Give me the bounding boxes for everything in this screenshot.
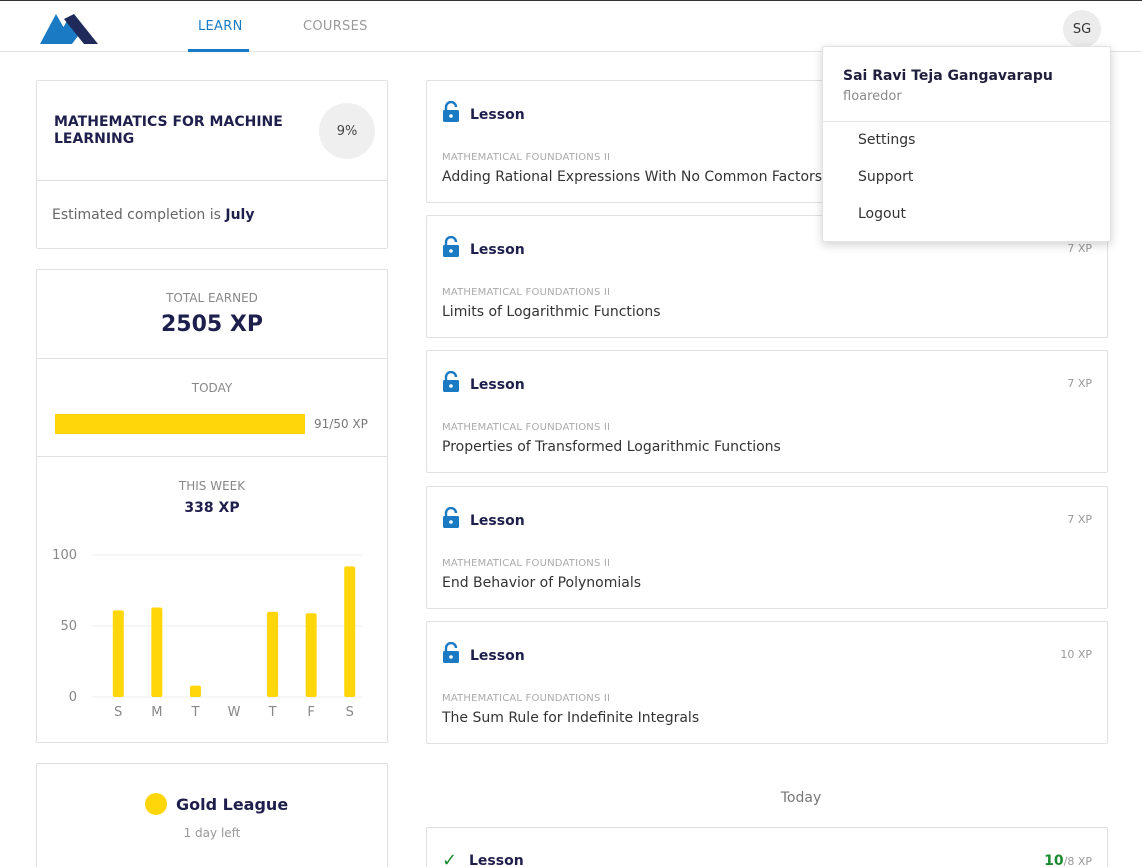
user-avatar-button[interactable]: SG xyxy=(1063,10,1101,48)
unlocked-lock-icon xyxy=(443,236,459,257)
lesson-xp: 10/8 XP xyxy=(1044,853,1092,867)
lesson-card[interactable]: Lesson 10 XP MATHEMATICAL FOUNDATIONS II… xyxy=(426,621,1108,744)
today-xp-value: 91/50 XP xyxy=(314,417,368,431)
chart-bar xyxy=(112,610,124,697)
user-full-name: Sai Ravi Teja Gangavarapu xyxy=(843,68,1053,84)
estimated-completion-prefix: Estimated completion is xyxy=(52,207,221,223)
chart-x-tick-label: S xyxy=(346,705,354,720)
lesson-xp: 10 XP xyxy=(1060,648,1092,661)
league-name: Gold League xyxy=(176,795,289,814)
unlocked-lock-icon xyxy=(443,371,459,392)
lesson-type: Lesson xyxy=(470,242,525,258)
total-earned-value: 2505 XP xyxy=(161,312,263,337)
lesson-xp: 7 XP xyxy=(1067,377,1092,390)
this-week-label: THIS WEEK xyxy=(178,479,246,493)
lesson-type: Lesson xyxy=(470,377,525,393)
checkmark-icon: ✓ xyxy=(442,850,458,867)
lesson-title: Limits of Logarithmic Functions xyxy=(442,304,661,320)
tab-courses[interactable]: COURSES xyxy=(303,19,368,34)
lesson-xp: 7 XP xyxy=(1067,242,1092,255)
today-section-heading: Today xyxy=(780,790,822,806)
chart-x-tick-label: W xyxy=(228,705,241,720)
tab-learn[interactable]: LEARN xyxy=(198,19,243,34)
app-logo[interactable] xyxy=(40,11,100,45)
menu-item-logout[interactable]: Logout xyxy=(858,206,906,222)
user-menu-dropdown: Sai Ravi Teja Gangavarapu floaredor Sett… xyxy=(822,46,1111,242)
gold-league-icon xyxy=(145,793,167,815)
lesson-subject: MATHEMATICAL FOUNDATIONS II xyxy=(442,422,611,433)
chart-x-tick-label: F xyxy=(307,705,314,720)
username: floaredor xyxy=(843,89,902,104)
lesson-type: Lesson xyxy=(470,513,525,529)
league-time-left: 1 day left xyxy=(183,826,241,840)
lesson-xp: 7 XP xyxy=(1067,513,1092,526)
chart-y-tick-label: 0 xyxy=(69,690,77,705)
lesson-subject: MATHEMATICAL FOUNDATIONS II xyxy=(442,558,611,569)
menu-item-settings[interactable]: Settings xyxy=(858,132,915,148)
completed-lesson-card[interactable]: ✓ Lesson 10/8 XP xyxy=(426,827,1108,867)
chart-y-tick-label: 50 xyxy=(60,619,77,634)
divider xyxy=(37,456,387,457)
lesson-type: Lesson xyxy=(470,107,525,123)
lesson-card[interactable]: Lesson 7 XP MATHEMATICAL FOUNDATIONS II … xyxy=(426,486,1108,609)
chart-y-tick-label: 100 xyxy=(52,548,77,563)
top-navigation-bar: LEARN COURSES SG xyxy=(0,0,1142,52)
unlocked-lock-icon xyxy=(443,642,459,663)
league-card[interactable]: Gold League 1 day left xyxy=(36,763,388,867)
xp-card: TOTAL EARNED 2505 XP TODAY 91/50 XP THIS… xyxy=(36,269,388,743)
divider xyxy=(37,180,387,181)
unlocked-lock-icon xyxy=(443,101,459,122)
lesson-subject: MATHEMATICAL FOUNDATIONS II xyxy=(442,287,611,298)
lesson-xp-total: /8 XP xyxy=(1063,855,1092,867)
lesson-title: Properties of Transformed Logarithmic Fu… xyxy=(442,439,781,455)
chart-bar xyxy=(151,607,163,697)
chart-x-tick-label: T xyxy=(268,705,277,720)
today-label: TODAY xyxy=(191,381,233,395)
chart-bar xyxy=(189,685,201,697)
estimated-completion: Estimated completion is July xyxy=(52,207,254,223)
course-card[interactable]: MATHEMATICS FOR MACHINE LEARNING 9% Esti… xyxy=(36,80,388,249)
menu-item-support[interactable]: Support xyxy=(858,169,913,185)
active-tab-indicator xyxy=(188,49,249,52)
chart-bar xyxy=(344,566,356,697)
total-earned-label: TOTAL EARNED xyxy=(166,291,258,305)
lesson-subject: MATHEMATICAL FOUNDATIONS II xyxy=(442,693,611,704)
lesson-type: Lesson xyxy=(469,853,524,867)
chart-bar xyxy=(305,613,317,697)
this-week-value: 338 XP xyxy=(184,500,240,516)
lesson-title: Adding Rational Expressions With No Comm… xyxy=(442,169,823,185)
today-progress-bar xyxy=(55,414,305,434)
course-progress-badge: 9% xyxy=(319,103,375,159)
divider xyxy=(37,358,387,359)
estimated-completion-month: July xyxy=(225,207,255,223)
chart-x-tick-label: T xyxy=(190,705,199,720)
chart-x-tick-label: M xyxy=(151,705,162,720)
course-title: MATHEMATICS FOR MACHINE LEARNING xyxy=(54,114,283,147)
chart-bar xyxy=(267,611,279,697)
lesson-type: Lesson xyxy=(470,648,525,664)
unlocked-lock-icon xyxy=(443,507,459,528)
lesson-title: End Behavior of Polynomials xyxy=(442,575,642,591)
lesson-subject: MATHEMATICAL FOUNDATIONS II xyxy=(442,152,611,163)
lesson-xp-earned: 10 xyxy=(1044,853,1064,867)
divider xyxy=(823,121,1110,122)
lesson-title: The Sum Rule for Indefinite Integrals xyxy=(442,710,700,726)
lesson-card[interactable]: Lesson 7 XP MATHEMATICAL FOUNDATIONS II … xyxy=(426,350,1108,473)
weekly-xp-chart: 0 50 100 S M T W T F S xyxy=(52,548,362,720)
chart-x-tick-label: S xyxy=(114,705,122,720)
